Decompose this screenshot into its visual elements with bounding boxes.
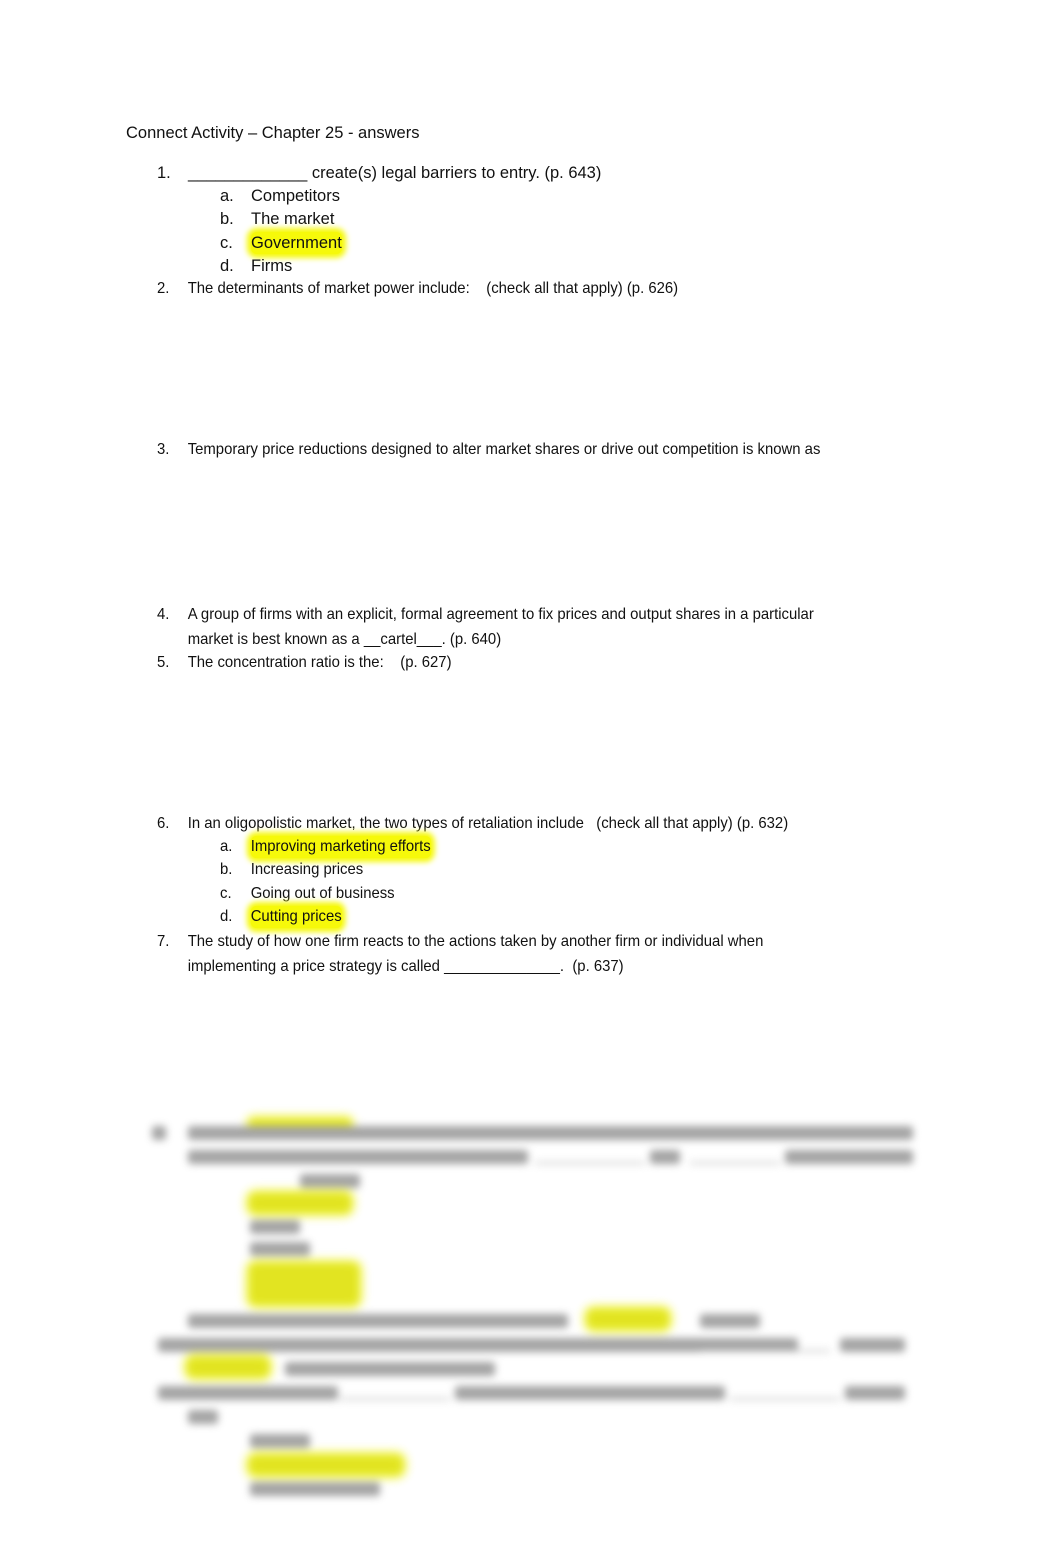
blurred-highlight bbox=[250, 1456, 402, 1474]
question-text: Temporary price reductions designed to a… bbox=[187, 441, 821, 458]
question-text: The concentration ratio is the: (p. 627) bbox=[187, 654, 452, 671]
blurred-text-line bbox=[300, 1174, 360, 1188]
blurred-number bbox=[152, 1126, 166, 1140]
blurred-highlight bbox=[250, 1194, 350, 1212]
question-number: 1. bbox=[157, 164, 171, 182]
blurred-highlight bbox=[588, 1310, 668, 1328]
blurred-text-line bbox=[845, 1386, 905, 1400]
blurred-text-line bbox=[285, 1362, 495, 1376]
option-text: The market bbox=[251, 210, 335, 228]
question-text: The determinants of market power include… bbox=[187, 280, 679, 297]
option-letter: c. bbox=[220, 234, 233, 252]
option-letter: d. bbox=[220, 908, 233, 925]
blurred-text-line bbox=[188, 1410, 218, 1424]
question-number: 6. bbox=[157, 815, 170, 832]
option-text: Increasing prices bbox=[250, 861, 364, 878]
document-page: Connect Activity – Chapter 25 - answers … bbox=[0, 0, 1062, 1556]
blurred-text-line bbox=[188, 1314, 568, 1328]
blurred-blank bbox=[700, 1350, 830, 1352]
option-letter: a. bbox=[220, 838, 233, 855]
blurred-text-line bbox=[188, 1150, 528, 1164]
blurred-text-line bbox=[250, 1220, 300, 1234]
blurred-text-line bbox=[840, 1338, 905, 1352]
blurred-text-line bbox=[785, 1150, 913, 1164]
question-number: 5. bbox=[157, 654, 170, 671]
question-number: 3. bbox=[157, 441, 170, 458]
blurred-text-line bbox=[250, 1242, 310, 1256]
blurred-blank bbox=[690, 1162, 780, 1164]
question-text-line1: A group of firms with an explicit, forma… bbox=[187, 606, 814, 623]
blurred-text-line bbox=[650, 1150, 680, 1164]
question-text: _____________ create(s) legal barriers t… bbox=[188, 164, 602, 182]
option-text-highlighted: Improving marketing efforts bbox=[250, 836, 431, 858]
option-letter: d. bbox=[220, 257, 234, 275]
blurred-text-line bbox=[158, 1386, 338, 1400]
question-number: 2. bbox=[157, 280, 170, 297]
question-number: 4. bbox=[157, 606, 170, 623]
blurred-text-line bbox=[250, 1434, 310, 1448]
option-letter: a. bbox=[220, 187, 234, 205]
blurred-text-line bbox=[250, 1482, 380, 1496]
question-text-line2: implementing a price strategy is called … bbox=[187, 958, 624, 975]
blurred-text-line bbox=[188, 1126, 913, 1140]
blurred-highlight bbox=[188, 1358, 268, 1376]
blurred-blank bbox=[535, 1162, 645, 1164]
blurred-blank bbox=[730, 1398, 840, 1400]
blurred-blank bbox=[340, 1398, 450, 1400]
document-title: Connect Activity – Chapter 25 - answers bbox=[126, 124, 420, 142]
option-text-highlighted: Cutting prices bbox=[250, 906, 342, 928]
option-text: Firms bbox=[251, 257, 293, 275]
option-text: Competitors bbox=[251, 187, 340, 205]
question-text: In an oligopolistic market, the two type… bbox=[187, 815, 789, 832]
blurred-text-line bbox=[700, 1314, 760, 1328]
option-text-highlighted: Government bbox=[251, 232, 342, 254]
blurred-highlight bbox=[250, 1264, 358, 1304]
option-text: Going out of business bbox=[250, 885, 395, 902]
question-number: 7. bbox=[157, 933, 170, 950]
option-letter: b. bbox=[220, 861, 233, 878]
question-text-line1: The study of how one firm reacts to the … bbox=[187, 933, 764, 950]
question-text-line2: market is best known as a __cartel___. (… bbox=[187, 631, 502, 648]
option-letter: c. bbox=[220, 885, 232, 902]
blurred-text-line bbox=[455, 1386, 725, 1400]
blurred-content-region bbox=[0, 1120, 1062, 1522]
option-letter: b. bbox=[220, 210, 234, 228]
